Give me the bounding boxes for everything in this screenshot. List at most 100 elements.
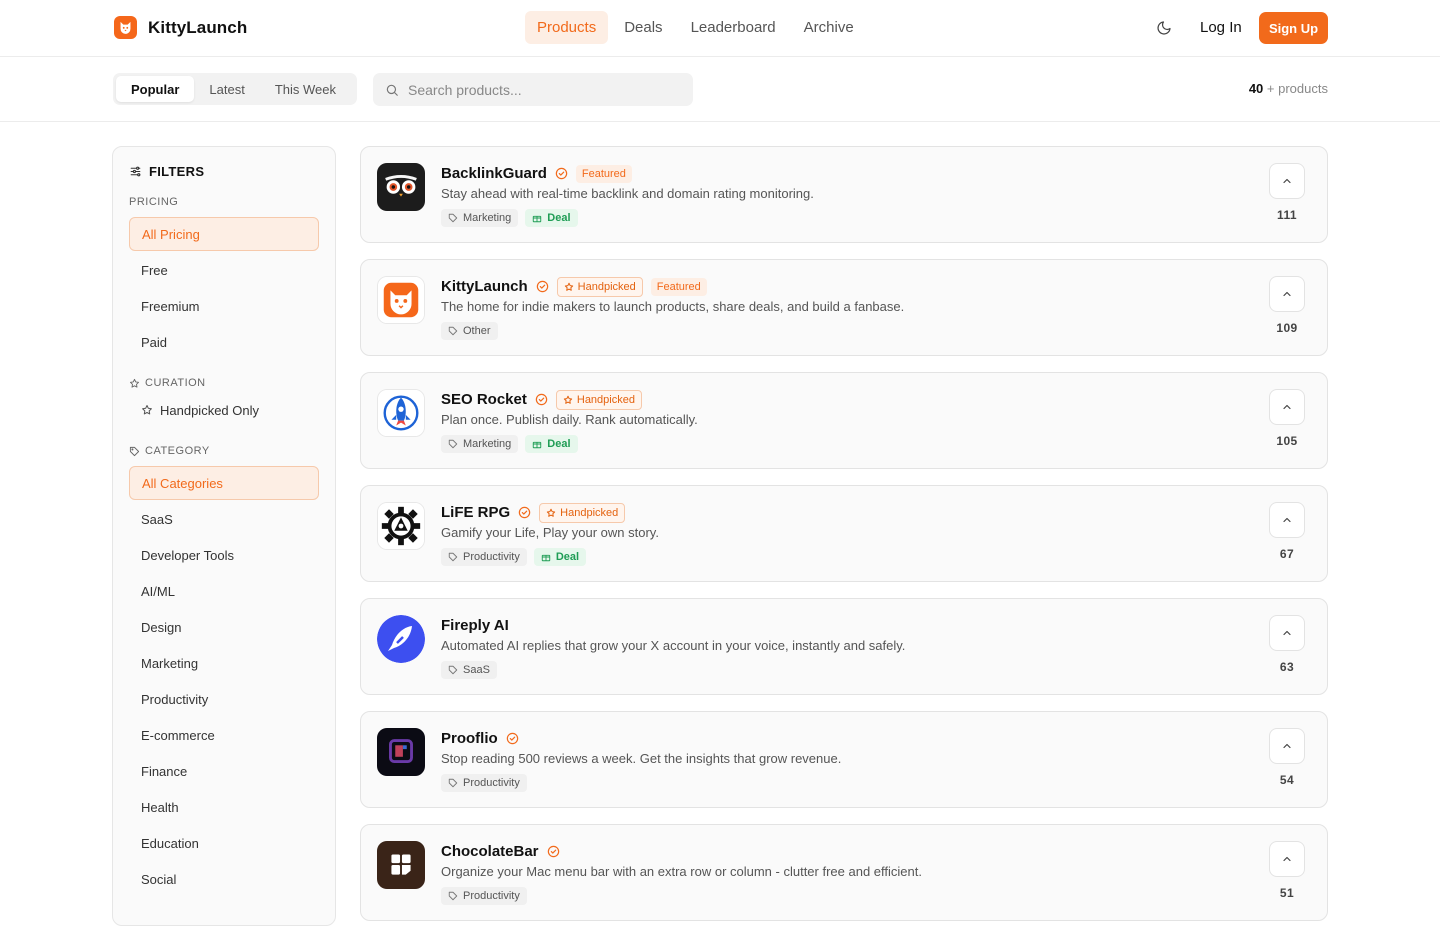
product-card[interactable]: ChocolateBar Organize your Mac menu bar …	[360, 824, 1328, 921]
verified-check-icon	[555, 167, 568, 180]
verified-check-icon	[506, 732, 519, 745]
login-button[interactable]: Log In	[1196, 11, 1246, 44]
handpicked-badge: Handpicked	[539, 502, 626, 523]
rocket-logo-icon	[377, 389, 425, 437]
category-tag[interactable]: Productivity	[441, 548, 527, 566]
upvote-button[interactable]	[1269, 502, 1305, 538]
category-tag[interactable]: SaaS	[441, 661, 497, 679]
upvote-button[interactable]	[1269, 728, 1305, 764]
category-tag-label: SaaS	[463, 664, 490, 676]
category-tag[interactable]: Marketing	[441, 209, 519, 227]
product-card[interactable]: SEO Rocket Handpicked Plan once. Publish…	[360, 372, 1328, 469]
product-count-suffix: + products	[1266, 81, 1328, 96]
category-productivity[interactable]: Productivity	[129, 682, 319, 716]
nav-deals[interactable]: Deals	[612, 11, 674, 44]
category-tag[interactable]: Productivity	[441, 774, 527, 792]
category-tag[interactable]: Productivity	[441, 887, 527, 905]
category-ai-ml[interactable]: AI/ML	[129, 574, 319, 608]
product-card[interactable]: BacklinkGuard Featured Stay ahead with r…	[360, 146, 1328, 243]
cat-logo-icon	[377, 276, 425, 324]
product-name[interactable]: Fireply AI	[441, 617, 509, 634]
upvote-count: 67	[1279, 547, 1295, 561]
chevron-up-icon	[1283, 743, 1291, 749]
tab-this-week[interactable]: This Week	[260, 76, 351, 102]
tab-popular[interactable]: Popular	[116, 76, 195, 102]
deal-tag[interactable]: Deal	[525, 209, 578, 227]
category-ecommerce[interactable]: E-commerce	[129, 718, 319, 752]
category-tag[interactable]: Other	[441, 322, 498, 340]
nav-archive[interactable]: Archive	[792, 11, 866, 44]
product-card[interactable]: Fireply AI Automated AI replies that gro…	[360, 598, 1328, 695]
deal-tag[interactable]: Deal	[525, 435, 578, 453]
sliders-icon	[130, 166, 141, 176]
search-icon	[386, 84, 398, 96]
product-description: Automated AI replies that grow your X ac…	[441, 638, 906, 653]
handpicked-only-filter[interactable]: Handpicked Only	[129, 393, 319, 427]
product-info: ChocolateBar Organize your Mac menu bar …	[441, 841, 922, 905]
featured-badge: Featured	[650, 277, 707, 296]
star-icon	[142, 405, 152, 415]
prooflio-logo-icon	[377, 728, 425, 776]
curation-title: CURATION	[145, 377, 206, 389]
product-count: 40 + products	[1249, 81, 1328, 96]
category-developer-tools[interactable]: Developer Tools	[129, 538, 319, 572]
product-name[interactable]: KittyLaunch	[441, 278, 528, 295]
upvote-button[interactable]	[1269, 841, 1305, 877]
category-design[interactable]: Design	[129, 610, 319, 644]
signup-button[interactable]: Sign Up	[1259, 12, 1328, 44]
category-tag-label: Marketing	[463, 438, 512, 450]
product-name[interactable]: BacklinkGuard	[441, 165, 547, 182]
upvote-button[interactable]	[1269, 389, 1305, 425]
nav-products[interactable]: Products	[525, 11, 609, 44]
category-saas[interactable]: SaaS	[129, 502, 319, 536]
upvote-button[interactable]	[1269, 615, 1305, 651]
category-health[interactable]: Health	[129, 790, 319, 824]
product-name[interactable]: ChocolateBar	[441, 843, 539, 860]
deal-tag[interactable]: Deal	[533, 548, 587, 566]
product-card[interactable]: Prooflio Stop reading 500 reviews a week…	[360, 711, 1328, 808]
chevron-up-icon	[1283, 630, 1291, 636]
upvote-button[interactable]	[1269, 163, 1305, 199]
handpicked-only-label: Handpicked Only	[160, 402, 259, 418]
upvote: 51	[1269, 841, 1305, 900]
brand-name: KittyLaunch	[148, 17, 248, 37]
chevron-up-icon	[1283, 856, 1291, 862]
gift-icon	[541, 554, 551, 562]
category-tag[interactable]: Marketing	[441, 435, 519, 453]
category-social[interactable]: Social	[129, 862, 319, 896]
product-name[interactable]: LiFE RPG	[441, 504, 510, 521]
upvote: 54	[1269, 728, 1305, 787]
product-card[interactable]: LiFE RPG Handpicked Gamify your Life, Pl…	[360, 485, 1328, 582]
handpicked-label: Handpicked	[560, 506, 619, 519]
nav-leaderboard[interactable]: Leaderboard	[679, 11, 788, 44]
product-name[interactable]: Prooflio	[441, 730, 498, 747]
verified-check-icon	[518, 506, 531, 519]
brand[interactable]: KittyLaunch	[114, 16, 247, 39]
upvote-button[interactable]	[1269, 276, 1305, 312]
category-finance[interactable]: Finance	[129, 754, 319, 788]
tab-latest[interactable]: Latest	[194, 76, 259, 102]
pricing-all[interactable]: All Pricing	[129, 217, 319, 251]
product-description: Gamify your Life, Play your own story.	[441, 525, 659, 540]
pricing-section-title: PRICING	[129, 196, 319, 208]
pricing-freemium[interactable]: Freemium	[129, 289, 319, 323]
upvote: 67	[1269, 502, 1305, 561]
pricing-paid[interactable]: Paid	[129, 325, 319, 359]
category-education[interactable]: Education	[129, 826, 319, 860]
product-card[interactable]: KittyLaunch Handpicked Featured The home…	[360, 259, 1328, 356]
theme-toggle-button[interactable]	[1152, 16, 1176, 40]
chevron-up-icon	[1283, 404, 1291, 410]
search-box[interactable]	[373, 73, 693, 106]
tag-icon	[448, 665, 458, 675]
deal-label: Deal	[555, 551, 580, 563]
product-count-number: 40	[1248, 81, 1264, 96]
category-all[interactable]: All Categories	[129, 466, 319, 500]
pricing-free[interactable]: Free	[129, 253, 319, 287]
verified-check-icon	[535, 393, 548, 406]
deal-label: Deal	[547, 438, 571, 450]
product-name[interactable]: SEO Rocket	[441, 391, 527, 408]
upvote-count: 63	[1279, 660, 1295, 674]
search-input[interactable]	[408, 81, 678, 98]
category-marketing[interactable]: Marketing	[129, 646, 319, 680]
category-tag-label: Productivity	[463, 890, 520, 902]
